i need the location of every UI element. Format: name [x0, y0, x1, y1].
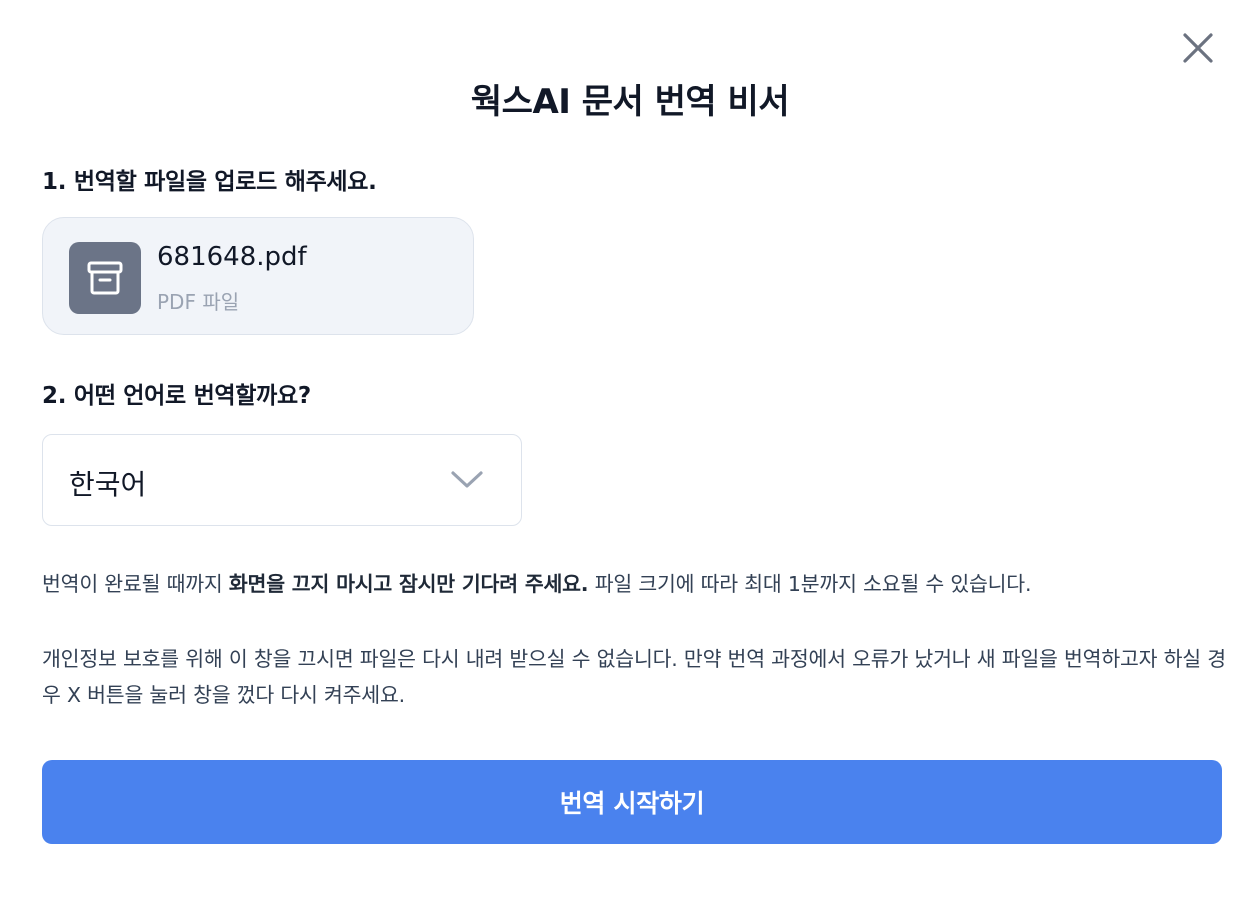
selected-language: 한국어 — [69, 468, 147, 501]
file-type: PDF 파일 — [157, 290, 240, 314]
file-name: 681648.pdf — [157, 242, 307, 272]
upload-step-label: 1. 번역할 파일을 업로드 해주세요. — [42, 169, 377, 195]
translation-dialog: 웍스AI 문서 번역 비서 1. 번역할 파일을 업로드 해주세요. 68164… — [0, 0, 1260, 898]
chevron-down-icon — [451, 471, 483, 488]
file-icon-box — [69, 242, 141, 314]
start-translation-button[interactable]: 번역 시작하기 — [42, 760, 1222, 844]
wait-notice-bold: 화면을 끄지 마시고 잠시만 기다려 주세요. — [228, 572, 589, 596]
dialog-title: 웍스AI 문서 번역 비서 — [470, 82, 790, 122]
wait-notice-suffix: 파일 크기에 따라 최대 1분까지 소요될 수 있습니다. — [588, 572, 1032, 596]
wait-notice: 번역이 완료될 때까지 화면을 끄지 마시고 잠시만 기다려 주세요. 파일 크… — [42, 566, 1232, 602]
close-button[interactable] — [1178, 28, 1218, 68]
language-step-label: 2. 어떤 언어로 번역할까요? — [42, 383, 311, 409]
close-icon — [1183, 33, 1213, 63]
uploaded-file-card[interactable]: 681648.pdf PDF 파일 — [42, 217, 474, 335]
archive-icon — [87, 261, 123, 295]
wait-notice-prefix: 번역이 완료될 때까지 — [42, 572, 229, 596]
language-select[interactable]: 한국어 — [42, 434, 522, 526]
privacy-notice: 개인정보 보호를 위해 이 창을 끄시면 파일은 다시 내려 받으실 수 없습니… — [42, 647, 1226, 707]
